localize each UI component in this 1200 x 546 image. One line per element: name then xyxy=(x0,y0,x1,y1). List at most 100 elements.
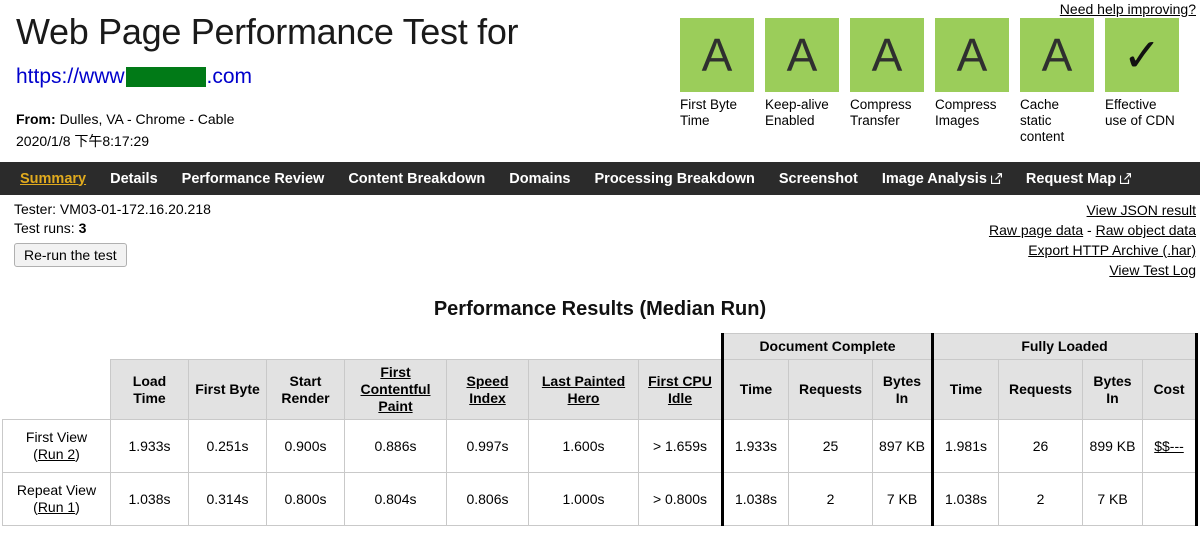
cell-dc-requests: 25 xyxy=(789,420,873,473)
run-link[interactable]: Run 2 xyxy=(38,446,75,462)
cell-dc-bytes-in: 7 KB xyxy=(873,473,933,526)
tab-content-breakdown[interactable]: Content Breakdown xyxy=(336,171,497,187)
cell-first-byte: 0.251s xyxy=(189,420,267,473)
col-header-last-painted-hero[interactable]: Last Painted Hero xyxy=(529,360,639,420)
cell-first-contentful-paint: 0.804s xyxy=(345,473,447,526)
col-header-speed-index[interactable]: Speed Index xyxy=(447,360,529,420)
row-view-name: First View xyxy=(7,429,106,446)
cell-speed-index: 0.806s xyxy=(447,473,529,526)
group-header-spacer xyxy=(3,334,723,360)
cell-fl-time: 1.038s xyxy=(933,473,999,526)
tab-domains[interactable]: Domains xyxy=(497,171,582,187)
grade-label: Keep-alive Enabled xyxy=(765,97,839,129)
grade-box: A xyxy=(765,18,839,92)
cell-dc-bytes-in: 897 KB xyxy=(873,420,933,473)
tab-details[interactable]: Details xyxy=(98,171,170,187)
cell-start-render: 0.900s xyxy=(267,420,345,473)
grade-box: A xyxy=(1020,18,1094,92)
grade-letter: A xyxy=(787,32,818,78)
cell-first-byte: 0.314s xyxy=(189,473,267,526)
view-test-log-link[interactable]: View Test Log xyxy=(1109,262,1196,278)
grade-effective-use-of-cdn[interactable]: ✓ Effective use of CDN xyxy=(1105,18,1179,145)
tab-request-map[interactable]: Request Map xyxy=(1014,171,1143,187)
cell-dc-time: 1.038s xyxy=(723,473,789,526)
row-run-wrapper: (Run 1) xyxy=(7,499,106,516)
tab-label: Domains xyxy=(509,171,570,187)
raw-page-data-link[interactable]: Raw page data xyxy=(989,222,1083,238)
row-view-name: Repeat View xyxy=(7,482,106,499)
results-navigation-bar: Summary Details Performance Review Conte… xyxy=(0,162,1200,195)
col-header-fl-requests: Requests xyxy=(999,360,1083,420)
test-runs-label: Test runs: xyxy=(14,220,75,236)
col-header-dc-requests: Requests xyxy=(789,360,873,420)
cell-cost[interactable]: $$--- xyxy=(1143,420,1197,473)
cell-load-time: 1.933s xyxy=(111,420,189,473)
cell-last-painted-hero: 1.600s xyxy=(529,420,639,473)
tab-screenshot[interactable]: Screenshot xyxy=(767,171,870,187)
col-header-cost: Cost xyxy=(1143,360,1197,420)
cell-last-painted-hero: 1.000s xyxy=(529,473,639,526)
result-links: View JSON result Raw page data - Raw obj… xyxy=(989,200,1196,280)
grade-label: Compress Transfer xyxy=(850,97,924,129)
row-label-repeat-view: Repeat View (Run 1) xyxy=(3,473,111,526)
cost-link[interactable]: $$--- xyxy=(1154,438,1184,454)
cell-fl-requests: 26 xyxy=(999,420,1083,473)
tab-label: Details xyxy=(110,171,158,187)
cell-dc-time: 1.933s xyxy=(723,420,789,473)
col-header-fl-bytes-in: Bytes In xyxy=(1083,360,1143,420)
group-header-fully-loaded: Fully Loaded xyxy=(933,334,1197,360)
row-label-first-view: First View (Run 2) xyxy=(3,420,111,473)
cell-fl-time: 1.981s xyxy=(933,420,999,473)
view-json-result-link[interactable]: View JSON result xyxy=(1087,202,1196,218)
page-header: Web Page Performance Test for https://ww… xyxy=(0,0,1200,162)
tested-url[interactable]: https://www.com xyxy=(16,65,252,89)
grade-cache-static-content[interactable]: A Cache static content xyxy=(1020,18,1094,145)
grade-label: Effective use of CDN xyxy=(1105,97,1179,129)
col-header-first-contentful-paint[interactable]: First Contentful Paint xyxy=(345,360,447,420)
link-separator: - xyxy=(1083,222,1095,238)
table-row: Repeat View (Run 1) 1.038s 0.314s 0.800s… xyxy=(3,473,1197,526)
url-redaction-bar xyxy=(126,67,206,87)
tab-label: Summary xyxy=(20,171,86,187)
run-link[interactable]: Run 1 xyxy=(38,499,75,515)
grade-compress-images[interactable]: A Compress Images xyxy=(935,18,1009,145)
col-header-dc-bytes-in: Bytes In xyxy=(873,360,933,420)
grade-box: A xyxy=(680,18,754,92)
page-title: Web Page Performance Test for xyxy=(16,10,518,54)
cell-speed-index: 0.997s xyxy=(447,420,529,473)
grade-box: ✓ xyxy=(1105,18,1179,92)
cell-dc-requests: 2 xyxy=(789,473,873,526)
grade-box: A xyxy=(850,18,924,92)
cell-first-cpu-idle: > 0.800s xyxy=(639,473,723,526)
col-header-first-cpu-idle[interactable]: First CPU Idle xyxy=(639,360,723,420)
cell-start-render: 0.800s xyxy=(267,473,345,526)
tab-performance-review[interactable]: Performance Review xyxy=(170,171,337,187)
test-date: 2020/1/8 下午8:17:29 xyxy=(16,131,149,151)
need-help-improving-link[interactable]: Need help improving? xyxy=(1060,1,1196,17)
raw-object-data-link[interactable]: Raw object data xyxy=(1096,222,1196,238)
tab-summary[interactable]: Summary xyxy=(8,171,98,187)
re-run-test-button[interactable]: Re-run the test xyxy=(14,243,127,267)
col-header-dc-time: Time xyxy=(723,360,789,420)
tab-image-analysis[interactable]: Image Analysis xyxy=(870,171,1014,187)
grade-label: Cache static content xyxy=(1020,97,1094,145)
grade-letter: A xyxy=(957,32,988,78)
group-header-document-complete: Document Complete xyxy=(723,334,933,360)
cell-first-cpu-idle: > 1.659s xyxy=(639,420,723,473)
tab-label: Performance Review xyxy=(182,171,325,187)
external-link-icon xyxy=(991,173,1002,184)
grade-compress-transfer[interactable]: A Compress Transfer xyxy=(850,18,924,145)
tab-processing-breakdown[interactable]: Processing Breakdown xyxy=(583,171,767,187)
tester-info: Tester: VM03-01-172.16.20.218 Test runs:… xyxy=(14,200,211,267)
table-group-header-row: Document Complete Fully Loaded xyxy=(3,334,1197,360)
grade-first-byte-time[interactable]: A First Byte Time xyxy=(680,18,754,145)
grade-keep-alive-enabled[interactable]: A Keep-alive Enabled xyxy=(765,18,839,145)
grade-box: A xyxy=(935,18,1009,92)
export-har-link[interactable]: Export HTTP Archive (.har) xyxy=(1028,242,1196,258)
results-section-title: Performance Results (Median Run) xyxy=(0,298,1200,321)
cell-fl-bytes-in: 7 KB xyxy=(1083,473,1143,526)
col-header-start-render: Start Render xyxy=(267,360,345,420)
tab-label: Processing Breakdown xyxy=(595,171,755,187)
tester-line: Tester: VM03-01-172.16.20.218 xyxy=(14,200,211,219)
url-suffix: .com xyxy=(207,65,253,89)
